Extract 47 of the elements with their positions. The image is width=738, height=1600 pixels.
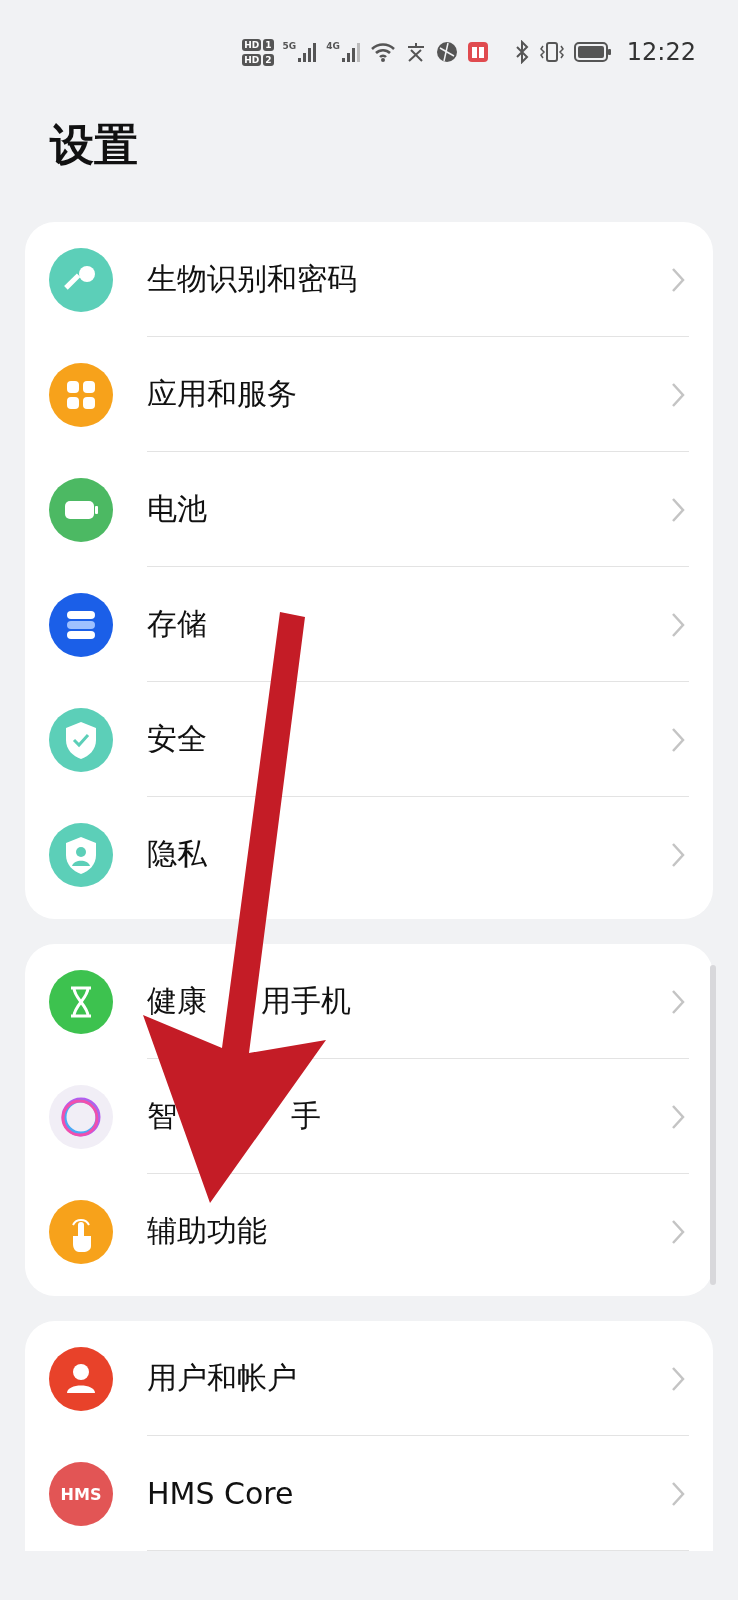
- item-label: 生物识别和密码: [147, 260, 357, 298]
- chevron-icon: [671, 1218, 685, 1245]
- item-label: 电池: [147, 490, 207, 528]
- vibrate-icon: [538, 40, 565, 64]
- chevron-icon: [671, 611, 685, 638]
- settings-item[interactable]: 用户和帐户: [25, 1321, 713, 1436]
- item-label: 手: [291, 1097, 321, 1135]
- chevron-icon: [671, 841, 685, 868]
- settings-item[interactable]: 辅助功能: [25, 1174, 713, 1289]
- chevron-icon: [671, 1365, 685, 1392]
- wifi-icon: [369, 41, 396, 63]
- signal-icon: [340, 41, 361, 63]
- item-label: 健康: [147, 982, 207, 1020]
- item-label: 用手机: [261, 982, 351, 1020]
- settings-item[interactable]: HMS HMS Core: [25, 1436, 713, 1551]
- network-type: 5G: [282, 41, 297, 51]
- signal-icon: [297, 41, 318, 63]
- settings-item[interactable]: 应用和服务: [25, 337, 713, 452]
- hd-badge: HD: [242, 53, 262, 66]
- hms-logo-icon: HMS: [49, 1461, 113, 1526]
- battery-status-icon: [573, 42, 612, 62]
- chevron-icon: [671, 381, 685, 408]
- item-label: 智: [147, 1097, 177, 1135]
- network-type: 4G: [326, 41, 340, 51]
- item-label: 存储: [147, 605, 207, 643]
- page-title: 设置: [50, 118, 139, 172]
- sim-slot-badge: 2: [263, 53, 274, 66]
- sim-slot-badge: 1: [263, 38, 274, 51]
- settings-item[interactable]: 生物识别和密码: [25, 222, 713, 337]
- item-label: 安全: [147, 720, 207, 758]
- chevron-icon: [671, 1103, 685, 1130]
- book-icon: [466, 41, 489, 63]
- chevron-icon: [671, 1480, 685, 1507]
- clock-time: 12:22: [626, 38, 696, 66]
- scrollbar-icon: [710, 965, 716, 1285]
- hd-badge: HD: [242, 38, 262, 51]
- item-label: 用户和帐户: [147, 1359, 297, 1397]
- item-label: 辅助功能: [147, 1212, 267, 1250]
- item-label: 应用和服务: [147, 375, 297, 413]
- bluetooth-icon: [513, 40, 530, 64]
- chevron-icon: [671, 266, 685, 293]
- chevron-icon: [671, 496, 685, 523]
- settings-item[interactable]: 电池: [25, 452, 713, 567]
- item-label: 隐私: [147, 835, 207, 873]
- item-label: HMS Core: [147, 1476, 294, 1511]
- chevron-icon: [671, 726, 685, 753]
- chevron-icon: [671, 988, 685, 1015]
